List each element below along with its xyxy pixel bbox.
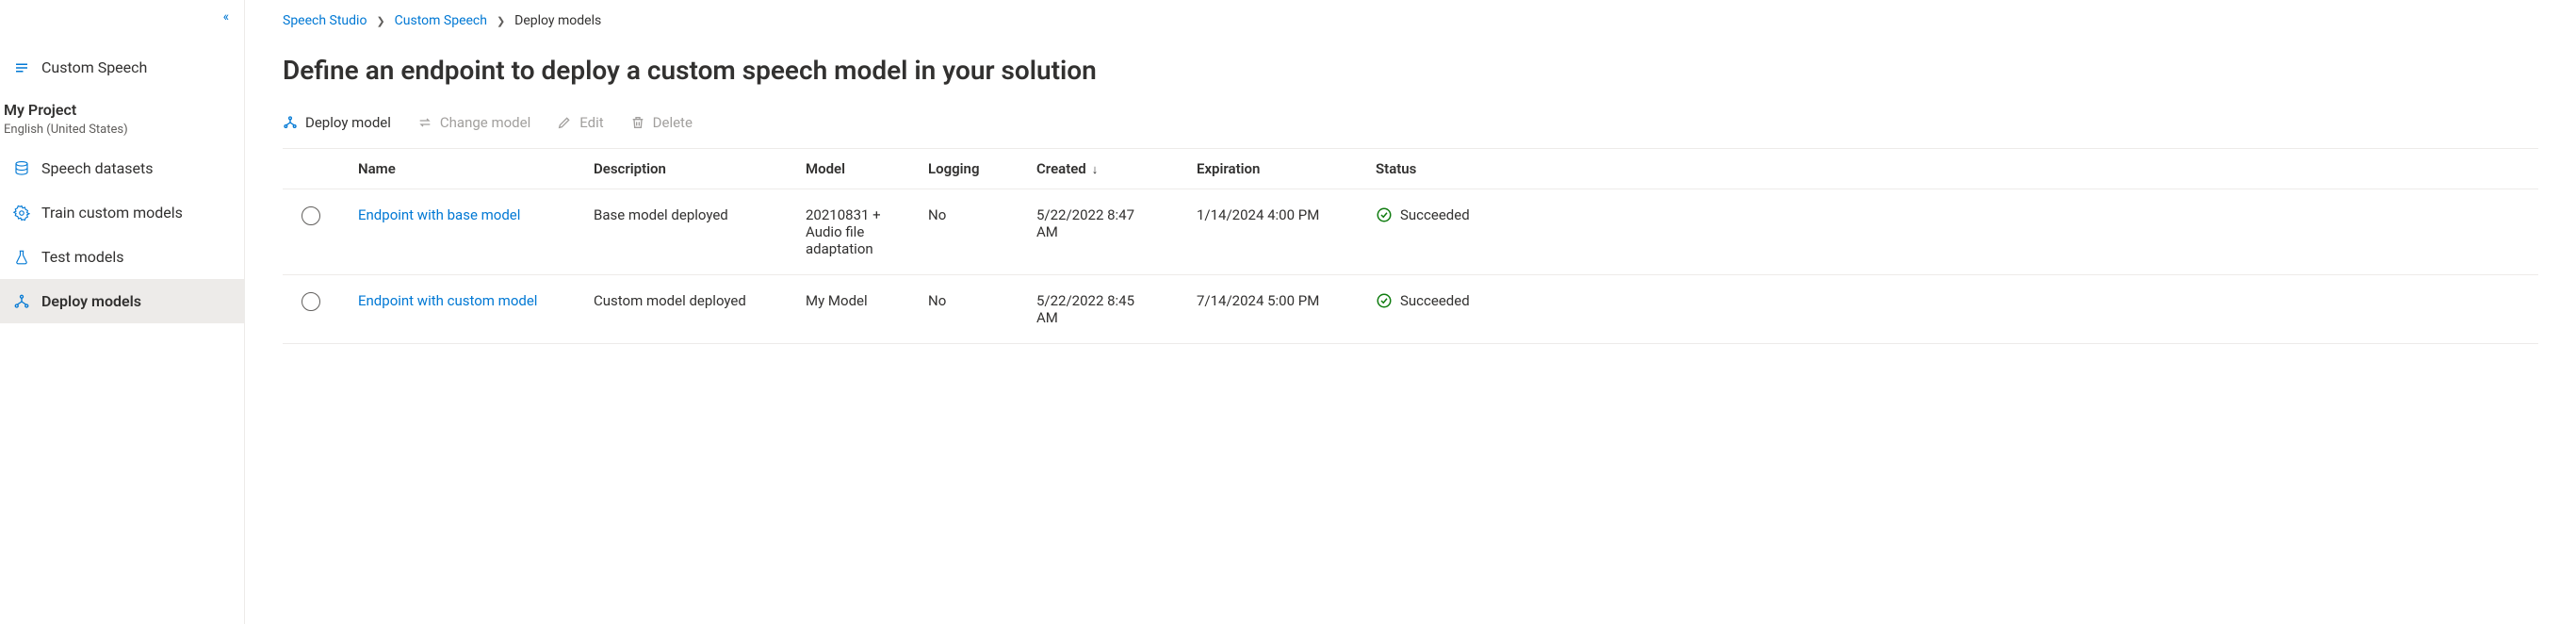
trash-icon <box>630 115 645 130</box>
breadcrumb-link-speech-studio[interactable]: Speech Studio <box>283 13 367 28</box>
deploy-icon <box>13 293 30 310</box>
table-row[interactable]: Endpoint with base model Base model depl… <box>283 189 2538 275</box>
button-label: Delete <box>653 114 693 131</box>
cell-expiration: 1/14/2024 4:00 PM <box>1178 189 1357 275</box>
cell-description: Base model deployed <box>575 189 787 275</box>
cell-logging: No <box>909 275 1018 344</box>
sidebar-item-label: Deploy models <box>41 292 141 310</box>
button-label: Change model <box>440 114 530 131</box>
cell-model: My Model <box>787 275 909 344</box>
sidebar-item-speech-datasets[interactable]: Speech datasets <box>0 146 244 190</box>
button-label: Deploy model <box>305 114 391 131</box>
column-header-logging[interactable]: Logging <box>909 149 1018 189</box>
delete-button: Delete <box>630 114 693 131</box>
sidebar-item-test-models[interactable]: Test models <box>0 235 244 279</box>
database-icon <box>13 160 30 177</box>
column-header-status[interactable]: Status <box>1357 149 2538 189</box>
sort-descending-icon: ↓ <box>1092 163 1099 177</box>
sidebar-header-label: Custom Speech <box>41 58 147 76</box>
chevron-right-icon: ❯ <box>497 15 505 27</box>
pencil-icon <box>557 115 572 130</box>
deploy-model-button[interactable]: Deploy model <box>283 114 391 131</box>
sidebar-item-train-models[interactable]: Train custom models <box>0 190 244 235</box>
project-name: My Project <box>4 101 240 119</box>
row-select-checkbox[interactable] <box>302 206 320 225</box>
gear-icon <box>13 205 30 222</box>
table-row[interactable]: Endpoint with custom model Custom model … <box>283 275 2538 344</box>
status-badge: Succeeded <box>1376 292 2519 309</box>
toolbar: Deploy model Change model Edit Delete <box>283 114 2538 148</box>
status-text: Succeeded <box>1400 206 1470 223</box>
breadcrumb-current: Deploy models <box>514 13 601 28</box>
cell-created: 5/22/2022 8:47 AM <box>1018 189 1178 275</box>
column-header-select <box>283 149 339 189</box>
project-language: English (United States) <box>4 123 240 137</box>
swap-icon <box>417 115 432 130</box>
main-content: Speech Studio ❯ Custom Speech ❯ Deploy m… <box>245 0 2576 624</box>
success-icon <box>1376 292 1393 309</box>
cell-created: 5/22/2022 8:45 AM <box>1018 275 1178 344</box>
column-header-expiration[interactable]: Expiration <box>1178 149 1357 189</box>
column-header-created[interactable]: Created↓ <box>1018 149 1178 189</box>
status-badge: Succeeded <box>1376 206 2519 223</box>
edit-button: Edit <box>557 114 603 131</box>
collapse-sidebar-icon[interactable]: ‹‹ <box>223 9 227 25</box>
sidebar-item-label: Test models <box>41 248 124 266</box>
change-model-button: Change model <box>417 114 530 131</box>
list-icon <box>13 59 30 76</box>
status-text: Succeeded <box>1400 292 1470 309</box>
breadcrumb-link-custom-speech[interactable]: Custom Speech <box>395 13 487 28</box>
endpoint-name-link[interactable]: Endpoint with custom model <box>358 292 537 309</box>
column-header-model[interactable]: Model <box>787 149 909 189</box>
cell-logging: No <box>909 189 1018 275</box>
sidebar-item-deploy-models[interactable]: Deploy models <box>0 279 244 323</box>
cell-description: Custom model deployed <box>575 275 787 344</box>
sidebar-item-label: Train custom models <box>41 204 183 222</box>
row-select-checkbox[interactable] <box>302 292 320 311</box>
endpoints-table: Name Description Model Logging Created↓ … <box>283 148 2538 344</box>
column-header-description[interactable]: Description <box>575 149 787 189</box>
sidebar: ‹‹ Custom Speech My Project English (Uni… <box>0 0 245 624</box>
cell-model: 20210831 + Audio file adaptation <box>787 189 909 275</box>
page-title: Define an endpoint to deploy a custom sp… <box>283 55 2538 86</box>
sidebar-header[interactable]: Custom Speech <box>0 43 244 84</box>
button-label: Edit <box>579 114 603 131</box>
chevron-right-icon: ❯ <box>376 15 384 27</box>
project-block: My Project English (United States) <box>0 84 244 146</box>
breadcrumb: Speech Studio ❯ Custom Speech ❯ Deploy m… <box>283 13 2538 28</box>
sidebar-item-label: Speech datasets <box>41 159 154 177</box>
cell-expiration: 7/14/2024 5:00 PM <box>1178 275 1357 344</box>
deploy-icon <box>283 115 298 130</box>
column-header-name[interactable]: Name <box>339 149 575 189</box>
success-icon <box>1376 206 1393 223</box>
endpoint-name-link[interactable]: Endpoint with base model <box>358 206 520 223</box>
flask-icon <box>13 249 30 266</box>
